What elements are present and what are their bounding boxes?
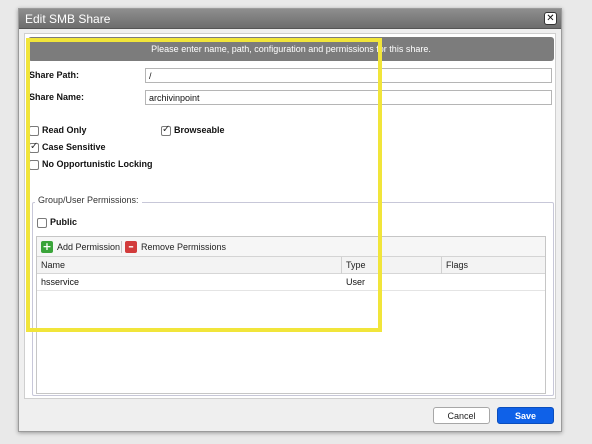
case-sensitive-label: Case Sensitive [42, 142, 106, 152]
read-only-label: Read Only [42, 125, 87, 135]
share-name-input[interactable] [145, 90, 552, 105]
read-only-checkbox[interactable] [29, 126, 39, 136]
case-sensitive-checkbox[interactable] [29, 141, 39, 153]
remove-permissions-button[interactable]: – Remove Permissions [125, 241, 226, 253]
permissions-grid: + Add Permission – Remove Permissions Na… [36, 236, 546, 394]
plus-icon: + [41, 240, 53, 253]
public-label: Public [50, 217, 78, 227]
add-permission-button[interactable]: + Add Permission [41, 241, 120, 253]
public-checkbox[interactable] [37, 218, 47, 228]
cell-flags [442, 274, 545, 291]
permissions-toolbar: + Add Permission – Remove Permissions [37, 237, 545, 257]
add-permission-label: Add Permission [57, 242, 121, 252]
no-opportunistic-locking-label: No Opportunistic Locking [42, 159, 153, 169]
remove-permissions-label: Remove Permissions [141, 242, 227, 252]
no-opportunistic-locking-checkbox[interactable] [29, 160, 39, 170]
cell-type: User [346, 277, 366, 287]
share-path-label: Share Path: [29, 70, 80, 80]
edit-smb-share-dialog: Edit SMB Share ✕ Please enter name, path… [18, 8, 562, 432]
cancel-button[interactable]: Cancel [433, 407, 490, 424]
cell-name: hsservice [41, 277, 80, 287]
close-icon[interactable]: ✕ [544, 12, 557, 25]
browseable-checkbox[interactable] [161, 124, 171, 136]
instructions-banner: Please enter name, path, configuration a… [28, 37, 554, 61]
permissions-legend: Group/User Permissions: [35, 195, 142, 205]
save-button[interactable]: Save [497, 407, 554, 424]
toolbar-divider [121, 241, 122, 253]
dialog-title: Edit SMB Share [25, 12, 111, 26]
minus-icon: – [125, 241, 137, 253]
browseable-label: Browseable [174, 125, 225, 135]
permissions-table-header: Name Type Flags [37, 257, 545, 274]
column-header-name[interactable]: Name [37, 257, 342, 274]
table-row[interactable]: hsservice User [37, 274, 545, 291]
column-header-type[interactable]: Type [342, 257, 442, 274]
share-path-input[interactable] [145, 68, 552, 83]
dialog-content: Please enter name, path, configuration a… [24, 33, 556, 399]
share-name-label: Share Name: [29, 92, 85, 102]
dialog-titlebar[interactable]: Edit SMB Share ✕ [19, 9, 561, 29]
column-header-flags[interactable]: Flags [442, 257, 545, 274]
